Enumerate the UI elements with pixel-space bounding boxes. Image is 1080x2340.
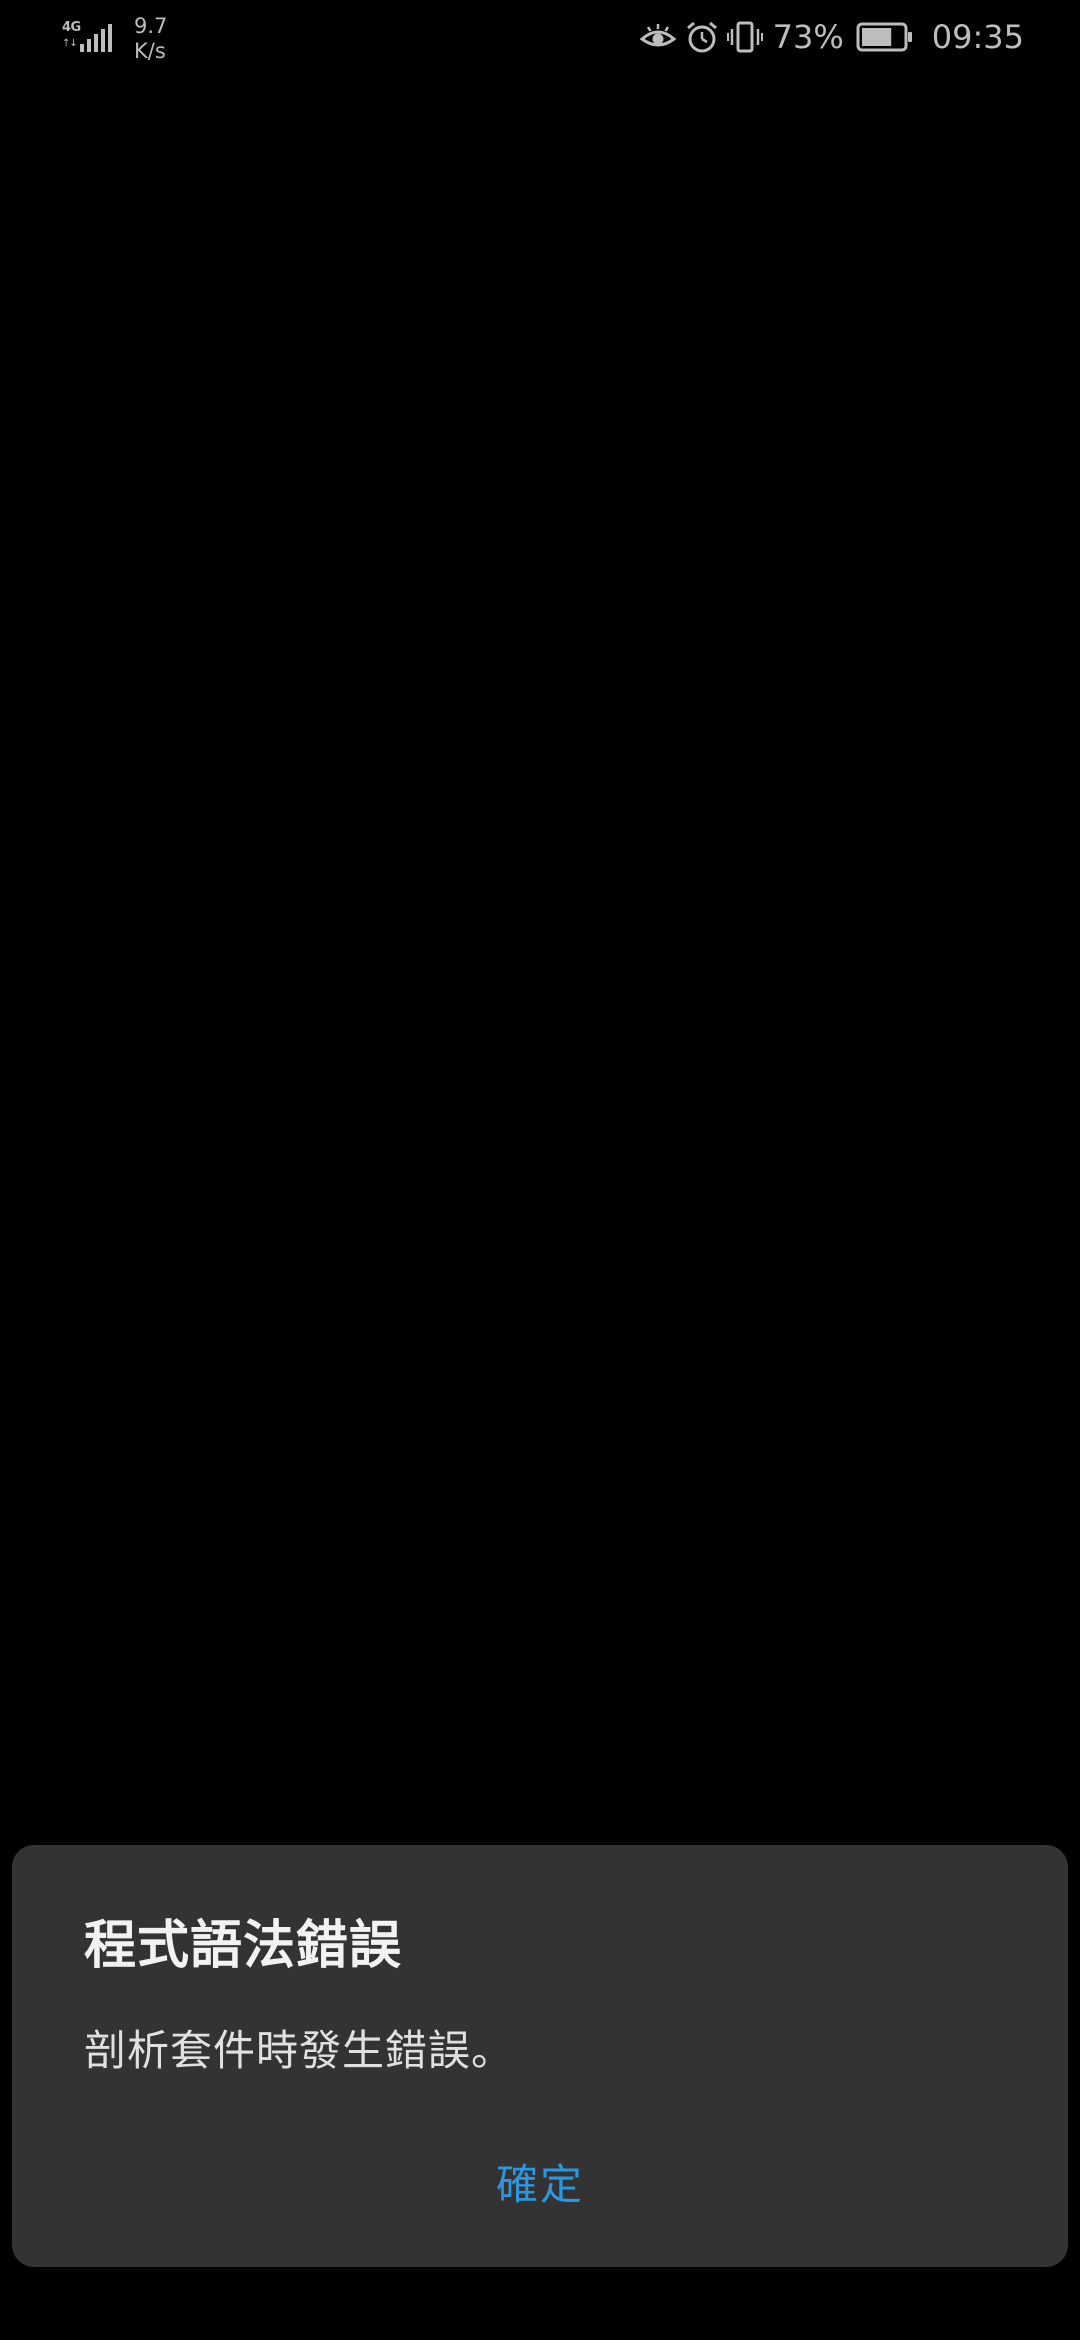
error-dialog: 程式語法錯誤 剖析套件時發生錯誤。 確定 (12, 1845, 1068, 2267)
network-speed-value: 9.7 (134, 14, 168, 38)
eye-comfort-icon (639, 24, 677, 47)
confirm-button[interactable]: 確定 (12, 2145, 1068, 2225)
status-bar-left: 4G ↑↓ 9.7 K/s (60, 14, 167, 64)
dialog-message: 剖析套件時發生錯誤。 (84, 2026, 515, 2075)
battery-icon (856, 22, 912, 52)
alarm-icon (686, 21, 717, 53)
status-bar: 4G ↑↓ 9.7 K/s 73% 09:35 (0, 0, 1080, 72)
dialog-title: 程式語法錯誤 (84, 1916, 403, 1976)
vibrate-icon (726, 21, 763, 53)
network-speed: 9.7 K/s (134, 14, 167, 64)
signal-indicator: 4G ↑↓ (60, 14, 114, 54)
status-bar-right: 73% 09:35 (639, 14, 1024, 60)
signal-strength-icon (80, 24, 112, 52)
status-clock: 09:35 (931, 18, 1024, 56)
network-speed-unit: K/s (134, 39, 166, 63)
network-type-label: 4G (62, 20, 81, 35)
data-activity-icon: ↑↓ (62, 38, 78, 49)
battery-percent: 73% (772, 18, 844, 56)
